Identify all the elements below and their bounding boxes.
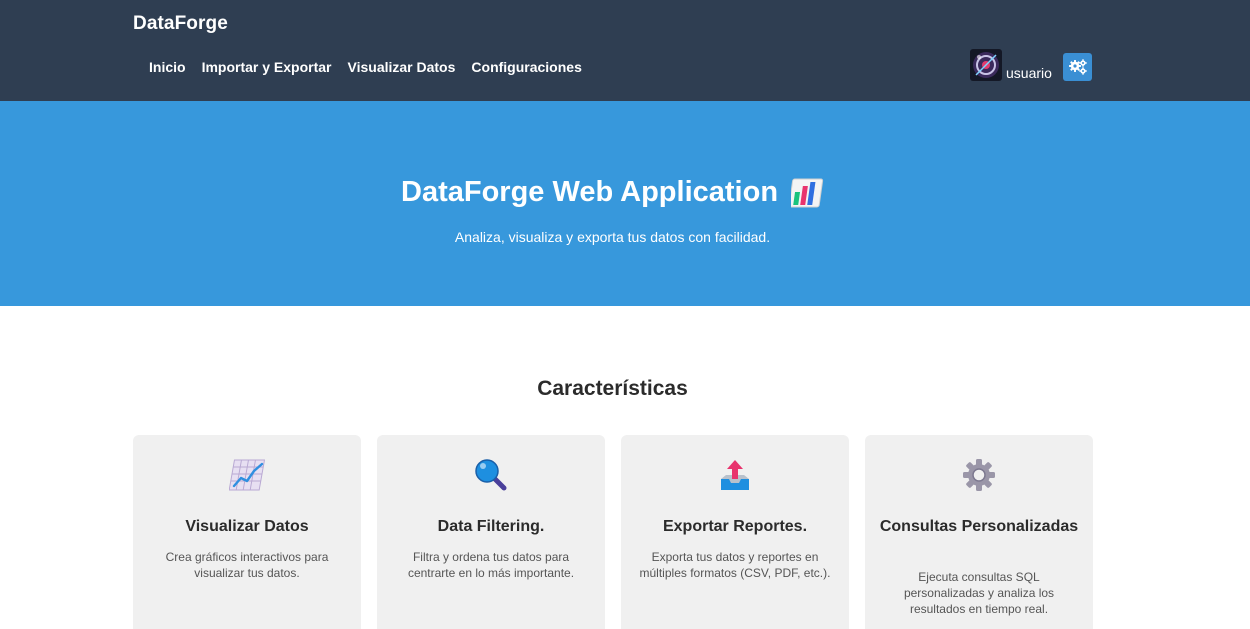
feature-card-title: Visualizar Datos: [185, 518, 309, 535]
avatar[interactable]: [970, 49, 1002, 81]
hero-title-text: DataForge Web Application: [401, 176, 779, 208]
feature-card-text: Exporta tus datos y reportes en múltiple…: [639, 550, 831, 580]
outbox-tray-icon: [721, 460, 749, 490]
hero-subtitle: Analiza, visualiza y exporta tus datos c…: [454, 229, 771, 245]
feature-card-visualizar: Visualizar Datos Crea gráficos interacti…: [133, 435, 361, 629]
feature-card-text: Crea gráficos interactivos para visualiz…: [165, 550, 329, 580]
nav-link-inicio[interactable]: Inicio: [149, 59, 186, 75]
settings-button[interactable]: [1063, 53, 1092, 81]
username[interactable]: usuario: [1006, 65, 1052, 81]
nav-link-visualizar-datos[interactable]: Visualizar Datos: [348, 59, 456, 75]
feature-card-exportar: Exportar Reportes. Exporta tus datos y r…: [621, 435, 849, 629]
hero-title: DataForge Web Application: [401, 176, 825, 209]
nav-links: Inicio Importar y Exportar Visualizar Da…: [149, 59, 582, 75]
hero-banner: DataForge Web Application Analiza, visua…: [0, 101, 1250, 306]
brand-logo[interactable]: DataForge: [133, 13, 228, 35]
feature-card-text: Ejecuta consultas SQL personalizadas y a…: [903, 570, 1055, 616]
gear-icon: [963, 459, 995, 491]
magnifying-glass-icon: [475, 459, 507, 491]
user-menu[interactable]: usuario: [970, 49, 1052, 81]
nav-link-importar-exportar[interactable]: Importar y Exportar: [202, 59, 332, 75]
feature-card-filtering: Data Filtering. Filtra y ordena tus dato…: [377, 435, 605, 629]
feature-card-title: Consultas Personalizadas: [879, 518, 1079, 535]
feature-card-consultas: Consultas Personalizadas Ejecuta consult…: [865, 435, 1093, 629]
feature-card-text: Filtra y ordena tus datos para centrarte…: [407, 550, 575, 580]
bar-chart-icon: [791, 178, 824, 207]
gears-icon: [1068, 59, 1087, 75]
features-title: Características: [537, 377, 688, 400]
navbar: DataForge Inicio Importar y Exportar Vis…: [0, 0, 1250, 101]
feature-card-title: Data Filtering.: [437, 518, 545, 535]
nav-link-configuraciones[interactable]: Configuraciones: [471, 59, 581, 75]
chart-increasing-icon: [229, 459, 265, 491]
feature-card-title: Exportar Reportes.: [662, 518, 808, 535]
